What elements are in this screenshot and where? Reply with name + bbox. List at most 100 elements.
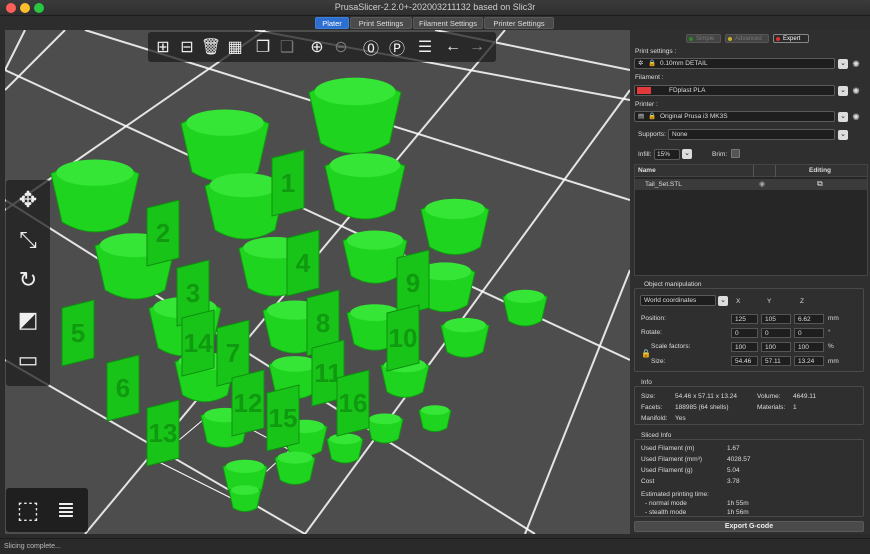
arrange-icon[interactable]: ▦: [224, 36, 246, 58]
info-panel: Size: 54.46 x 57.11 x 13.24 Volume: 4649…: [634, 386, 864, 425]
brim-checkbox[interactable]: [731, 149, 740, 158]
scale-y-field[interactable]: 100: [761, 342, 791, 352]
cut-icon[interactable]: ▭: [10, 342, 46, 378]
printer-settings-gear-icon[interactable]: ✺: [851, 112, 861, 122]
chevron-down-icon[interactable]: ⌄: [838, 112, 848, 122]
rotate-unit: °: [828, 329, 831, 336]
printer-icon: ▤: [638, 113, 645, 120]
filament-preset-value: FDplast PLA: [669, 87, 706, 94]
remove-instance-icon[interactable]: ⊖: [330, 36, 352, 58]
eye-icon[interactable]: ◉: [759, 180, 765, 188]
view-toolbar: ⬚ ≣: [6, 488, 88, 532]
add-icon[interactable]: ⊞: [152, 36, 174, 58]
green-part-rim: [420, 405, 450, 415]
cost-value: 3.78: [727, 478, 740, 485]
col-name-header[interactable]: Name: [638, 167, 656, 174]
position-z-field[interactable]: 6.62: [794, 314, 824, 324]
export-gcode-button[interactable]: Export G-code: [634, 521, 864, 532]
mode-dot-icon: [689, 37, 693, 41]
chevron-down-icon[interactable]: ⌄: [682, 149, 692, 159]
green-part-rim: [346, 230, 404, 250]
place-on-face-icon[interactable]: ◩: [10, 302, 46, 338]
print-preset-combo[interactable]: ✲ 🔒 0.10mm DETAIL: [634, 58, 835, 69]
green-part-rim: [225, 459, 265, 473]
scale-icon[interactable]: ⤡: [10, 222, 46, 258]
object-list-header: Name Editing: [635, 165, 867, 177]
green-part-rim: [314, 77, 396, 106]
tile-number-label: 16: [339, 388, 368, 418]
list-item[interactable]: Tail_Set.STL ◉ ⧉: [635, 179, 867, 190]
green-part-rim: [505, 289, 545, 303]
green-part-rim: [443, 317, 487, 333]
supports-label: Supports:: [638, 131, 666, 138]
status-text: Slicing complete...: [4, 543, 61, 550]
filament-color-swatch[interactable]: [637, 87, 651, 94]
scale-z-field[interactable]: 100: [794, 342, 824, 352]
rotate-y-field[interactable]: 0: [761, 328, 791, 338]
tab-plater[interactable]: Plater: [315, 17, 349, 29]
undo-icon[interactable]: ←: [442, 36, 464, 58]
tile-number-label: 9: [406, 268, 420, 298]
col-editing-header[interactable]: Editing: [809, 167, 831, 174]
filament-preset-combo[interactable]: FDplast PLA: [634, 85, 835, 96]
size-y-field[interactable]: 57.11: [761, 356, 791, 366]
window-title: PrusaSlicer-2.2.0+-202003211132 based on…: [334, 2, 536, 12]
normal-mode-label: - normal mode: [645, 500, 687, 507]
tile-number-label: 3: [186, 278, 200, 308]
split-parts-icon[interactable]: Ⓟ: [386, 36, 408, 58]
size-z-field[interactable]: 13.24: [794, 356, 824, 366]
position-x-field[interactable]: 125: [731, 314, 758, 324]
3d-view-icon[interactable]: ⬚: [10, 492, 46, 528]
edit-settings-icon[interactable]: ⧉: [817, 179, 823, 189]
filament-settings-gear-icon[interactable]: ✺: [851, 86, 861, 96]
tile-number-label: 15: [269, 403, 298, 433]
paste-icon[interactable]: ❑: [276, 36, 298, 58]
chevron-down-icon[interactable]: ⌄: [838, 86, 848, 96]
add-instance-icon[interactable]: ⊕: [306, 36, 328, 58]
coordinates-combo[interactable]: World coordinates: [640, 295, 716, 306]
position-y-field[interactable]: 105: [761, 314, 791, 324]
info-facets-label: Facets:: [641, 404, 663, 411]
mode-advanced-button[interactable]: Advanced: [725, 34, 769, 43]
rotate-label: Rotate:: [641, 329, 662, 336]
lock-icon[interactable]: 🔒: [641, 349, 651, 358]
cost-label: Cost: [641, 478, 655, 485]
chevron-down-icon[interactable]: ⌄: [718, 296, 728, 306]
rotate-x-field[interactable]: 0: [731, 328, 758, 338]
tile-number-label: 8: [316, 308, 330, 338]
used-filament-g-value: 5.04: [727, 467, 740, 474]
tab-printer-settings[interactable]: Printer Settings: [484, 17, 554, 29]
mode-expert-button[interactable]: Expert: [773, 34, 809, 43]
mode-simple-button[interactable]: Simple: [686, 34, 721, 43]
size-x-field[interactable]: 54.46: [731, 356, 758, 366]
scale-x-field[interactable]: 100: [731, 342, 758, 352]
rotate-icon[interactable]: ↻: [10, 262, 46, 298]
info-volume-label: Volume:: [757, 393, 781, 400]
mode-expert-label: Expert: [783, 36, 801, 42]
redo-icon[interactable]: →: [466, 36, 488, 58]
delete-all-icon[interactable]: 🗑: [200, 36, 222, 58]
chevron-down-icon[interactable]: ⌄: [838, 59, 848, 69]
preview-layers-icon[interactable]: ≣: [48, 492, 84, 528]
printer-preset-combo[interactable]: ▤ 🔒 Original Prusa i3 MK3S: [634, 111, 835, 122]
layers-editing-icon[interactable]: ☰: [414, 36, 436, 58]
move-icon[interactable]: ✥: [10, 182, 46, 218]
info-manifold-label: Manifold:: [641, 415, 668, 422]
delete-icon[interactable]: ⊟: [176, 36, 198, 58]
chevron-down-icon[interactable]: ⌄: [838, 130, 848, 140]
green-part-rim: [329, 153, 401, 178]
tab-print-settings[interactable]: Print Settings: [350, 17, 412, 29]
supports-combo[interactable]: None: [668, 129, 835, 140]
supports-value: None: [672, 131, 688, 138]
tab-filament-settings[interactable]: Filament Settings: [413, 17, 483, 29]
used-filament-m-value: 1.67: [727, 445, 740, 452]
gizmo-toolbar: ✥ ⤡ ↻ ◩ ▭: [6, 180, 50, 386]
normal-mode-value: 1h 55m: [727, 500, 749, 507]
print-settings-gear-icon[interactable]: ✺: [851, 59, 861, 69]
split-objects-icon[interactable]: ⓪: [360, 36, 382, 58]
copy-icon[interactable]: ❐: [252, 36, 274, 58]
infill-combo[interactable]: 15%: [654, 149, 680, 160]
3d-viewport[interactable]: 1 2 3 4 5 6 7 8 9 10 11 12 13 14 15 16 ⊞ ⊟ 🗑 ▦ ❐ ❑ ⊕ ⊖ …: [5, 30, 630, 534]
gear-icon: ✲: [638, 60, 644, 67]
rotate-z-field[interactable]: 0: [794, 328, 824, 338]
